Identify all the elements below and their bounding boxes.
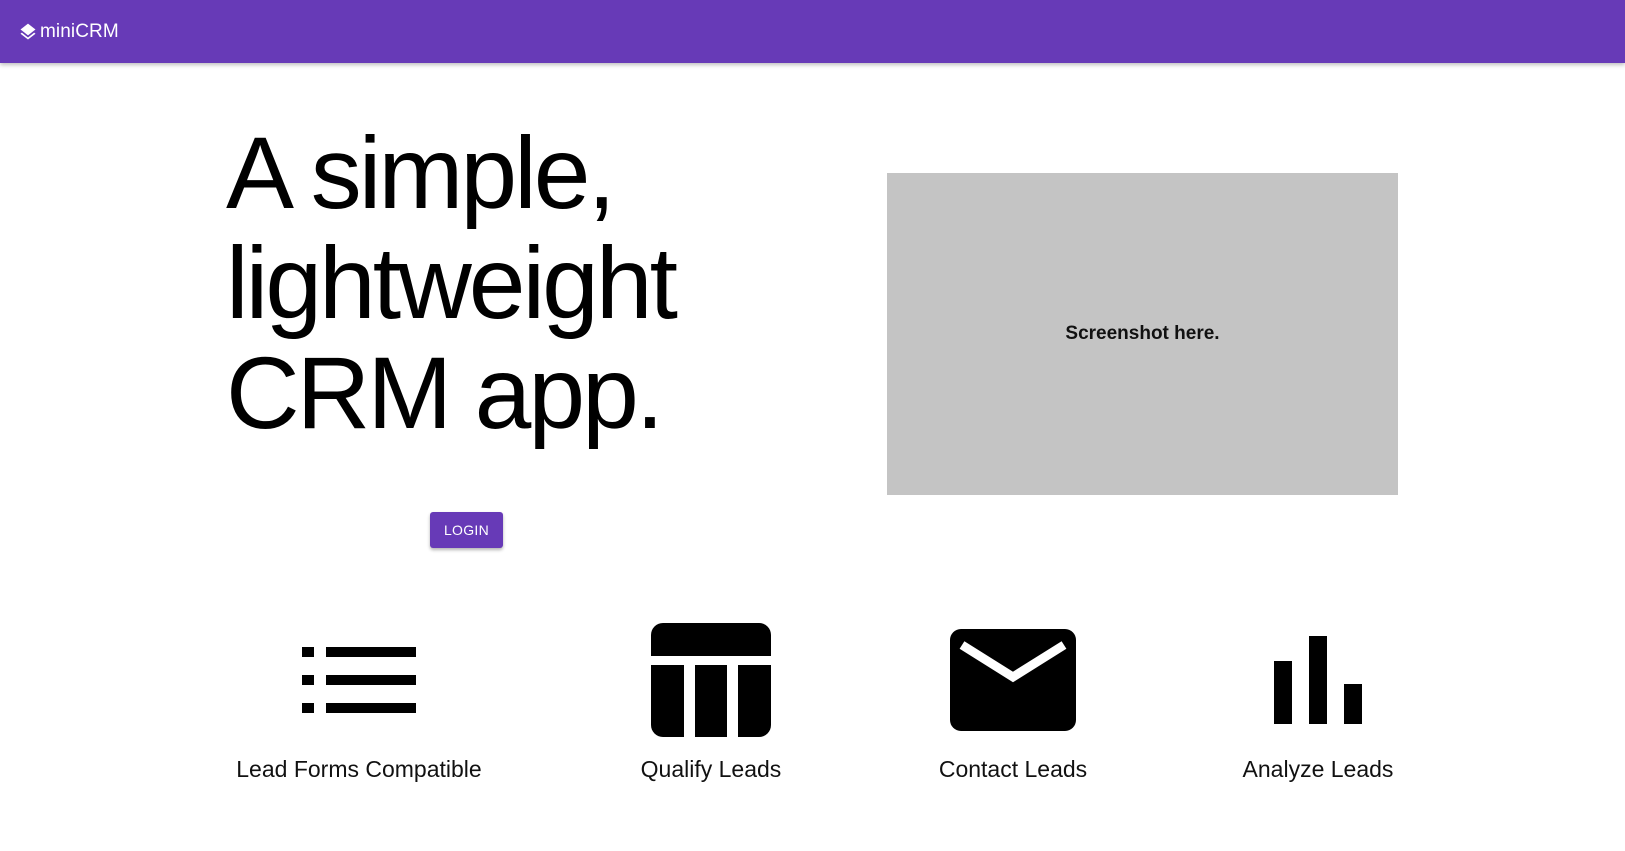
hero-title: A simple, lightweight CRM app. [226, 118, 806, 448]
list-icon [209, 618, 509, 742]
table-icon [561, 618, 861, 742]
bar-chart-icon [1168, 618, 1468, 742]
feature-lead-forms: Lead Forms Compatible [209, 618, 509, 783]
login-button[interactable]: LOGIN [430, 512, 503, 548]
app-bar: miniCRM [0, 0, 1625, 63]
hero-title-line: CRM app. [226, 336, 664, 450]
hero-title-line: lightweight [226, 226, 678, 340]
mail-icon [863, 618, 1163, 742]
layers-icon [18, 22, 38, 42]
feature-contact-leads: Contact Leads [863, 618, 1163, 783]
feature-qualify-leads: Qualify Leads [561, 618, 861, 783]
brand-link[interactable]: miniCRM [18, 21, 119, 43]
feature-analyze-leads: Analyze Leads [1168, 618, 1468, 783]
screenshot-placeholder-text: Screenshot here. [1065, 323, 1220, 344]
hero-title-line: A simple, [226, 116, 616, 230]
feature-label: Lead Forms Compatible [236, 756, 482, 782]
feature-label: Qualify Leads [640, 756, 782, 782]
feature-label: Analyze Leads [1242, 756, 1394, 782]
feature-label: Contact Leads [938, 756, 1088, 782]
screenshot-placeholder: Screenshot here. [887, 173, 1398, 495]
brand-name: miniCRM [40, 20, 119, 42]
